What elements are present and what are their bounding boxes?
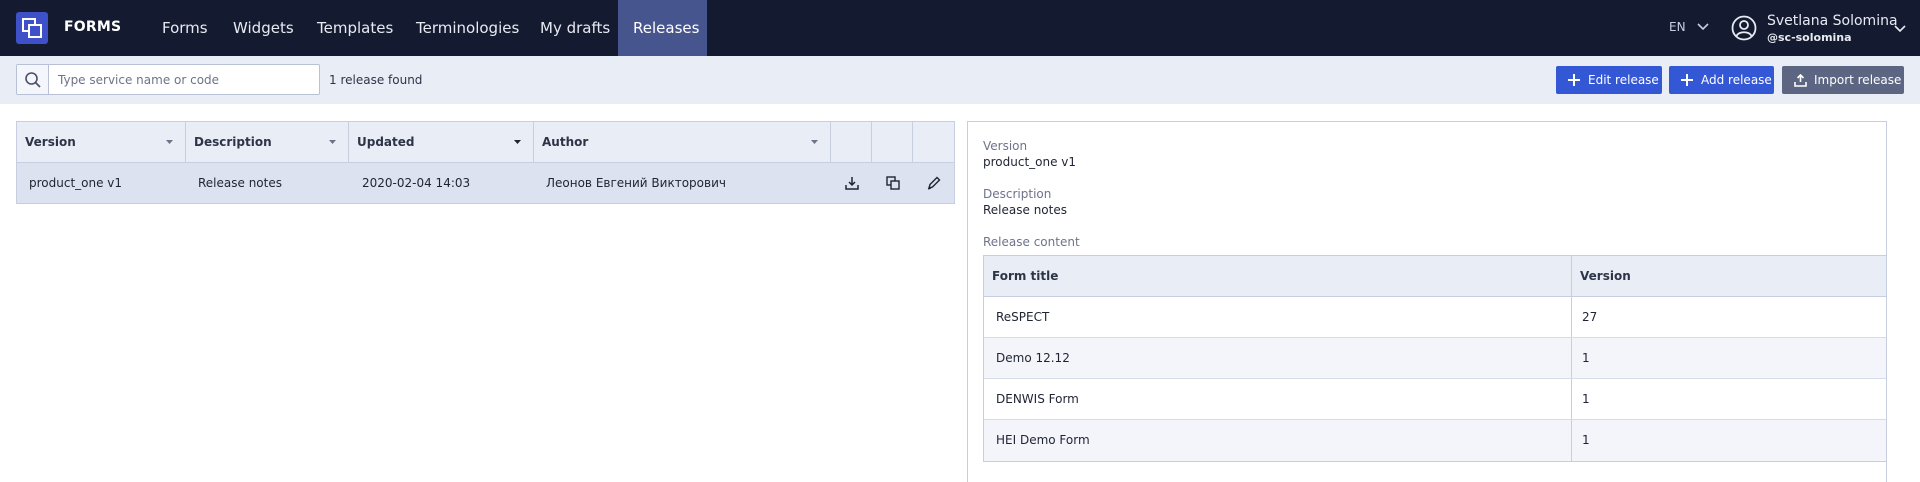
app-brand[interactable]: FORMS — [64, 19, 121, 35]
user-name[interactable]: Svetlana Solomina — [1767, 13, 1898, 29]
column-header-copy — [872, 122, 913, 162]
column-header-label: Description — [194, 135, 272, 149]
import-release-button[interactable]: Import release — [1782, 66, 1904, 94]
column-divider — [1571, 256, 1572, 296]
cell-form-title: Demo 12.12 — [996, 351, 1070, 365]
user-handle: @sc-solomina — [1767, 31, 1852, 44]
release-content-label: Release content — [983, 235, 1080, 249]
column-header-version[interactable]: Version — [17, 122, 186, 162]
sort-caret-icon[interactable] — [166, 140, 173, 145]
download-icon[interactable] — [845, 176, 859, 190]
chevron-down-icon[interactable] — [1696, 20, 1710, 34]
plus-icon — [1568, 74, 1580, 86]
import-release-label: Import release — [1814, 73, 1902, 87]
releases-table: Version Description Updated Author produ… — [16, 121, 955, 204]
version-label: Version — [983, 139, 1028, 153]
edit-release-button[interactable]: Edit release — [1556, 66, 1662, 94]
column-header-updated[interactable]: Updated — [349, 122, 534, 162]
column-header-label: Updated — [357, 135, 415, 149]
toolbar: 1 release found Edit release Add release… — [0, 56, 1920, 104]
column-divider — [1571, 338, 1572, 378]
table-row[interactable]: product_one v1 Release notes 2020-02-04 … — [17, 163, 954, 203]
column-header-version: Version — [1580, 269, 1631, 283]
nav-item-releases[interactable]: Releases — [618, 0, 707, 56]
table-header: Version Description Updated Author — [17, 122, 954, 163]
cell-author: Леонов Евгений Викторович — [546, 176, 726, 190]
add-release-button[interactable]: Add release — [1669, 66, 1774, 94]
app-logo-icon — [22, 18, 42, 38]
edit-release-label: Edit release — [1588, 73, 1659, 87]
cell-version: product_one v1 — [29, 176, 123, 190]
cell-form-version: 27 — [1582, 310, 1598, 324]
nav-item-terminologies[interactable]: Terminologies — [400, 0, 535, 56]
release-details-panel: Version product_one v1 Description Relea… — [967, 121, 1887, 482]
sort-caret-icon[interactable] — [811, 140, 818, 145]
release-content-table: Form title Version ReSPECT 27 Demo 12.12… — [983, 255, 1887, 462]
description-value: Release notes — [983, 203, 1067, 217]
cell-description: Release notes — [198, 176, 282, 190]
cell-form-title: ReSPECT — [996, 310, 1050, 324]
column-header-label: Version — [25, 135, 76, 149]
column-header-description[interactable]: Description — [186, 122, 349, 162]
user-avatar-icon[interactable] — [1731, 15, 1757, 41]
column-header-form-title: Form title — [992, 269, 1059, 283]
nav-item-templates[interactable]: Templates — [301, 0, 409, 56]
cell-updated: 2020-02-04 14:03 — [362, 176, 471, 190]
chevron-down-icon[interactable] — [1893, 22, 1907, 36]
table-header: Form title Version — [984, 256, 1886, 297]
cell-form-title: HEI Demo Form — [996, 433, 1090, 447]
sort-caret-icon[interactable] — [329, 140, 336, 145]
search-icon — [25, 72, 41, 88]
top-nav: FORMS Forms Widgets Templates Terminolog… — [0, 0, 1920, 56]
copy-icon[interactable] — [886, 176, 900, 190]
column-header-download — [831, 122, 872, 162]
nav-item-forms[interactable]: Forms — [146, 0, 224, 56]
results-count: 1 release found — [329, 73, 423, 87]
table-row: DENWIS Form 1 — [984, 379, 1886, 420]
cell-form-version: 1 — [1582, 433, 1590, 447]
search-box — [16, 64, 320, 95]
upload-icon — [1794, 74, 1807, 87]
table-row: HEI Demo Form 1 — [984, 420, 1886, 461]
nav-item-my-drafts[interactable]: My drafts — [524, 0, 626, 56]
table-row: Demo 12.12 1 — [984, 338, 1886, 379]
table-row: ReSPECT 27 — [984, 297, 1886, 338]
add-release-label: Add release — [1701, 73, 1772, 87]
column-header-label: Author — [542, 135, 589, 149]
column-divider — [1571, 297, 1572, 337]
column-header-author[interactable]: Author — [534, 122, 831, 162]
language-selector[interactable]: EN — [1669, 20, 1686, 34]
plus-icon — [1681, 74, 1693, 86]
edit-pencil-icon[interactable] — [927, 176, 941, 190]
cell-form-title: DENWIS Form — [996, 392, 1079, 406]
column-divider — [1571, 420, 1572, 461]
nav-item-widgets[interactable]: Widgets — [217, 0, 310, 56]
cell-form-version: 1 — [1582, 351, 1590, 365]
column-divider — [1571, 379, 1572, 419]
description-label: Description — [983, 187, 1052, 201]
search-button[interactable] — [17, 65, 49, 94]
sort-caret-active-icon[interactable] — [514, 140, 521, 145]
cell-form-version: 1 — [1582, 392, 1590, 406]
version-value: product_one v1 — [983, 155, 1077, 169]
column-header-edit — [913, 122, 954, 162]
search-input[interactable] — [50, 65, 318, 94]
app-logo[interactable] — [16, 12, 48, 44]
